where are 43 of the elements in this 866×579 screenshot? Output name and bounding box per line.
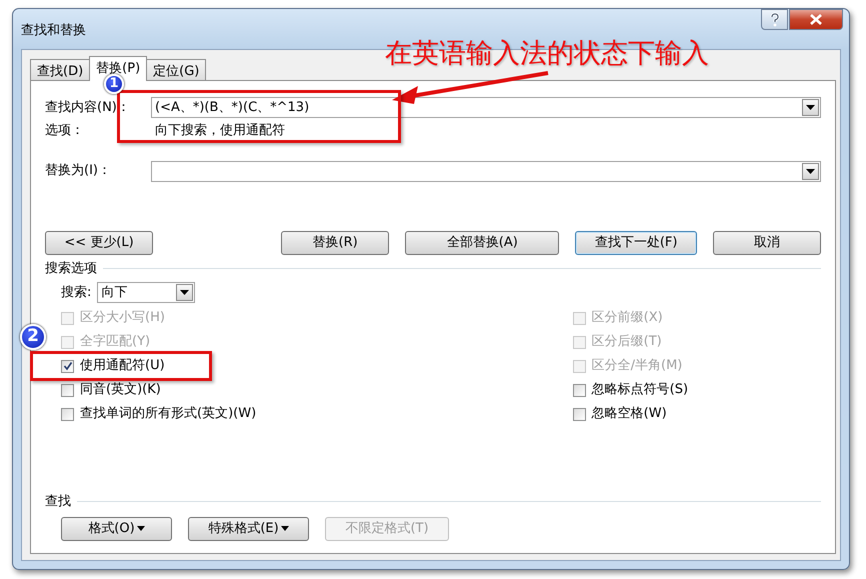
format-button[interactable]: 格式(O) — [61, 517, 172, 541]
format-button[interactable]: 特殊格式(E) — [188, 517, 309, 541]
checkbox-label: 查找单词的所有形式(英文)(W) — [80, 405, 256, 424]
replace-with-field[interactable] — [151, 160, 821, 182]
checkbox-label: 区分大小写(H) — [80, 309, 165, 328]
callout-text: 在英语输入法的状态下输入 — [385, 37, 709, 71]
format-button: 不限定格式(T) — [325, 517, 449, 541]
checkbox[interactable] — [61, 360, 74, 372]
close-button[interactable] — [789, 9, 843, 30]
field-label: 搜索: — [61, 284, 92, 302]
caret-icon — [280, 526, 289, 532]
checkbox[interactable] — [61, 408, 74, 420]
help-icon — [770, 12, 780, 26]
dialog-button[interactable]: 取消 — [712, 230, 821, 254]
checkbox-label: 忽略空格(W) — [592, 405, 667, 424]
checkbox[interactable] — [572, 384, 586, 396]
tab[interactable]: 查找(D) — [30, 59, 90, 81]
field-label: 选项： — [45, 122, 85, 140]
checkbox[interactable] — [572, 408, 586, 420]
checkbox-label: 忽略标点符号(S) — [592, 381, 688, 400]
options-text: 向下搜索，使用通配符 — [154, 122, 285, 140]
window-title: 查找和替换 — [21, 22, 86, 40]
section-heading: 查找 — [45, 492, 71, 510]
checkbox-label: 全字匹配(Y) — [80, 333, 150, 352]
dialog-button[interactable]: 查找下一处(F) — [575, 230, 697, 254]
section-heading: 搜索选项 — [45, 260, 97, 278]
help-button[interactable] — [761, 9, 788, 30]
field-label: 替换为(I)： — [45, 162, 112, 180]
dialog-button[interactable]: 全部替换(A) — [405, 230, 560, 254]
dialog-button[interactable]: << 更少(L) — [45, 230, 154, 254]
tab[interactable]: 定位(G) — [146, 59, 206, 81]
checkbox-label: 区分全/半角(M) — [592, 357, 682, 376]
close-icon — [810, 14, 822, 25]
checkbox-label: 区分前缀(X) — [592, 309, 663, 328]
checkbox-label: 同音(英文)(K) — [80, 381, 161, 400]
checkbox[interactable] — [61, 384, 74, 396]
search-direction-dropdown[interactable]: 向下 — [97, 282, 196, 303]
find-what-field[interactable]: (<A、*)(B、*)(C、*^13) — [151, 97, 821, 118]
caret-icon — [136, 526, 145, 532]
dialog-button[interactable]: 替换(R) — [281, 230, 390, 254]
checkbox-label: 使用通配符(U) — [80, 357, 165, 376]
field-label: 查找内容(N)： — [45, 98, 131, 117]
checkbox-label: 区分后缀(T) — [592, 333, 662, 352]
